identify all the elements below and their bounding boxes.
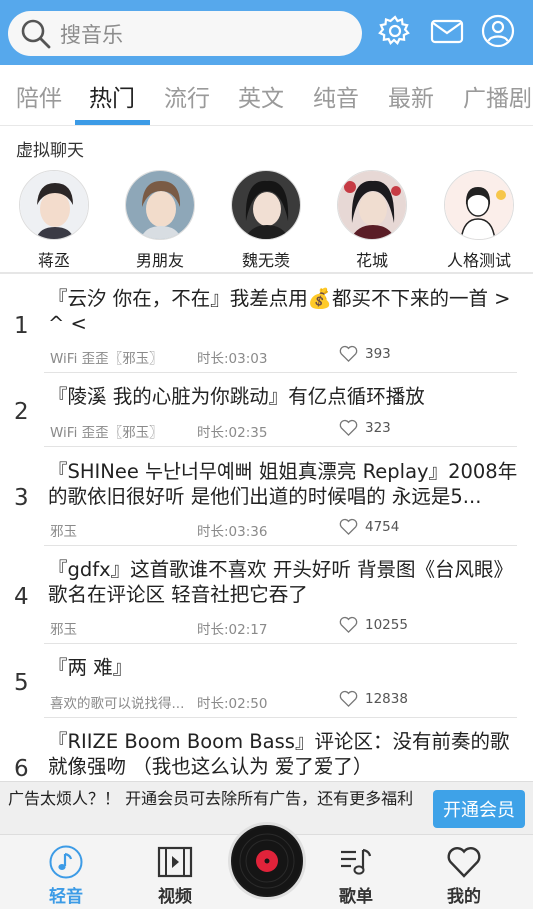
song-rank: 5	[14, 670, 29, 696]
search-placeholder: 搜音乐	[60, 22, 123, 47]
avatar	[231, 170, 301, 240]
song-author: 喜欢的歌可以说找得...	[50, 696, 185, 712]
nav-light-music[interactable]: 轻音	[31, 845, 101, 907]
nav-video[interactable]: 视频	[140, 845, 210, 907]
song-rank: 1	[14, 313, 29, 339]
playlist-icon	[341, 848, 372, 875]
song-row[interactable]: 4 『gdfx』这首歌谁不喜欢 开头好听 背景图《台风眼》歌名在评论区 轻音社把…	[0, 546, 533, 643]
open-membership-button[interactable]: 开通会员	[433, 790, 525, 828]
heart-icon	[339, 345, 358, 362]
tab-newest[interactable]: 最新	[388, 79, 434, 113]
top-bar: 搜音乐	[0, 0, 533, 65]
character-weiwuxian[interactable]: 魏无羡	[221, 170, 311, 271]
nav-label: 歌单	[339, 887, 373, 907]
avatar	[19, 170, 89, 240]
song-duration: 时长:02:35	[197, 425, 268, 441]
like-count[interactable]: 4754	[339, 518, 399, 535]
video-icon	[157, 846, 193, 878]
song-rank: 2	[14, 399, 29, 425]
nav-mine[interactable]: 我的	[429, 845, 499, 907]
character-name: 男朋友	[135, 251, 184, 270]
song-rank: 6	[14, 756, 29, 781]
song-duration: 时长:03:36	[197, 524, 268, 540]
song-duration: 时长:03:03	[197, 351, 268, 367]
song-row[interactable]: 6 『RIIZE Boom Boom Bass』评论区：没有前奏的歌就像强吻 （…	[0, 718, 533, 781]
heart-icon	[339, 616, 358, 633]
category-tabs: 陪伴 热门 流行 英文 纯音 最新 广播剧	[0, 65, 533, 126]
tab-companion[interactable]: 陪伴	[16, 79, 62, 113]
heart-icon	[339, 518, 358, 535]
song-title: 『RIIZE Boom Boom Bass』评论区：没有前奏的歌就像强吻 （我也…	[48, 730, 510, 778]
tab-popular[interactable]: 流行	[164, 79, 210, 113]
song-title: 『云汐 你在，不在』我差点用💰都买不下来的一首 > ^ <	[48, 287, 511, 335]
heart-icon	[447, 847, 481, 878]
song-author: 邪玉	[50, 622, 77, 638]
song-row[interactable]: 1 『云汐 你在，不在』我差点用💰都买不下来的一首 > ^ < WiFi 歪歪〖…	[0, 275, 533, 372]
character-name: 蒋丞	[37, 251, 70, 270]
character-name: 人格测试	[446, 251, 511, 270]
song-row[interactable]: 5 『两 难』 喜欢的歌可以说找得... 时长:02:50 12838	[0, 644, 533, 717]
song-rank: 4	[14, 584, 29, 610]
heart-icon	[339, 419, 358, 436]
song-row[interactable]: 3 『SHINee 누난너무예뻐 姐姐真漂亮 Replay』2008年的歌依旧很…	[0, 447, 533, 545]
like-count[interactable]: 10255	[339, 616, 408, 633]
gear-icon[interactable]	[378, 14, 412, 48]
avatar	[337, 170, 407, 240]
music-note-icon	[49, 845, 83, 879]
active-tab-indicator	[75, 120, 150, 125]
user-icon[interactable]	[481, 14, 515, 48]
like-count[interactable]: 393	[339, 345, 391, 362]
nav-label: 视频	[158, 887, 192, 907]
tab-radio-drama[interactable]: 广播剧	[463, 79, 532, 113]
nav-label: 我的	[447, 887, 481, 907]
vinyl-disc-icon	[233, 827, 301, 895]
tab-english[interactable]: 英文	[238, 79, 284, 113]
character-name: 魏无羡	[241, 251, 290, 270]
like-count[interactable]: 323	[339, 419, 391, 436]
heart-icon	[339, 690, 358, 707]
character-huacheng[interactable]: 花城	[327, 170, 417, 271]
song-title: 『gdfx』这首歌谁不喜欢 开头好听 背景图《台风眼》歌名在评论区 轻音社把它吞…	[48, 558, 514, 606]
character-jiangcheng[interactable]: 蒋丞	[9, 170, 99, 271]
mail-icon[interactable]	[430, 14, 464, 48]
nav-playlist[interactable]: 歌单	[321, 845, 391, 907]
virtual-chat-title: 虚拟聊天	[16, 141, 84, 161]
song-title: 『两 难』	[48, 656, 133, 679]
tab-instrumental[interactable]: 纯音	[313, 79, 359, 113]
song-rank: 3	[14, 485, 29, 511]
song-duration: 时长:02:17	[197, 622, 268, 638]
song-duration: 时长:02:50	[197, 696, 268, 712]
song-author: 邪玉	[50, 524, 77, 540]
tab-hot[interactable]: 热门	[89, 79, 135, 113]
section-divider	[0, 272, 533, 274]
like-count[interactable]: 12838	[339, 690, 408, 707]
vinyl-disc-button[interactable]	[228, 822, 306, 900]
avatar	[444, 170, 514, 240]
song-author: WiFi 歪歪〖邪玉〗	[50, 351, 163, 367]
song-row[interactable]: 2 『陵溪 我的心脏为你跳动』有亿点循环播放 WiFi 歪歪〖邪玉〗 时长:02…	[0, 373, 533, 446]
character-personality-test[interactable]: 人格测试	[434, 170, 524, 271]
character-boyfriend[interactable]: 男朋友	[115, 170, 205, 271]
character-name: 花城	[355, 251, 388, 270]
search-icon	[21, 19, 51, 48]
song-title: 『陵溪 我的心脏为你跳动』有亿点循环播放	[48, 385, 425, 408]
search-bar[interactable]: 搜音乐	[8, 11, 362, 56]
nav-label: 轻音	[49, 887, 83, 907]
avatar	[125, 170, 195, 240]
song-author: WiFi 歪歪〖邪玉〗	[50, 425, 163, 441]
ad-text: 广告太烦人？！ 开通会员可去除所有广告，还有更多福利	[8, 789, 414, 808]
song-title: 『SHINee 누난너무예뻐 姐姐真漂亮 Replay』2008年的歌依旧很好听…	[48, 460, 518, 508]
